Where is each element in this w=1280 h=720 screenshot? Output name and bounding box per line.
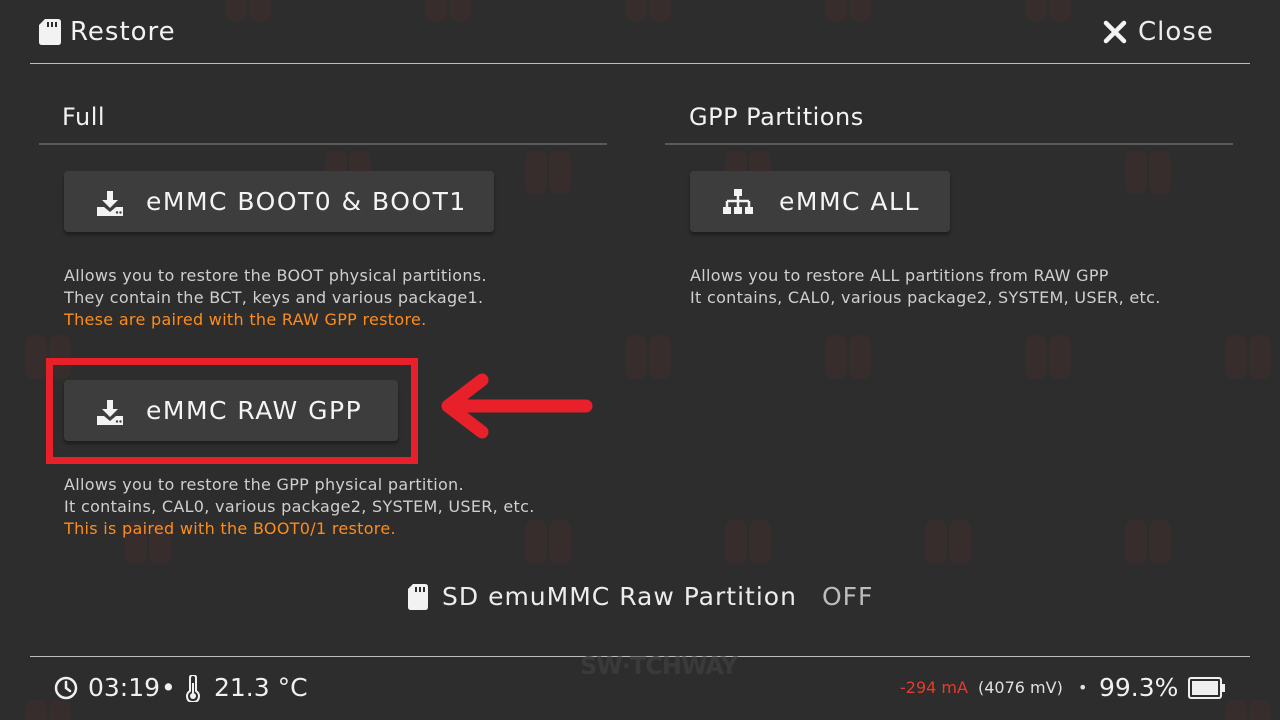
raw-gpp-description: Allows you to restore the GPP physical p… (64, 474, 535, 540)
emmc-boot-label: eMMC BOOT0 & BOOT1 (146, 187, 467, 216)
header-divider (30, 63, 1250, 64)
temperature: 21.3 °C (214, 673, 308, 702)
sd-card-icon (408, 584, 428, 610)
section-title-gpp: GPP Partitions (689, 103, 864, 131)
all-description: Allows you to restore ALL partitions fro… (690, 265, 1161, 309)
emmc-all-label: eMMC ALL (779, 187, 920, 216)
arrow-pointer-icon (441, 373, 593, 439)
toggle-label: SD emuMMC Raw Partition (442, 582, 797, 611)
voltage: (4076 mV) (978, 678, 1063, 697)
all-desc-line: Allows you to restore ALL partitions fro… (690, 266, 1109, 285)
current-draw: -294 mA (900, 678, 968, 697)
raw-desc-line: Allows you to restore the GPP physical p… (64, 475, 464, 494)
brand-watermark: SW·TCHWAY (580, 652, 738, 680)
boot-desc-warning: These are paired with the RAW GPP restor… (64, 310, 427, 329)
raw-desc-line: It contains, CAL0, various package2, SYS… (64, 497, 535, 516)
download-icon (97, 191, 123, 216)
clock-time: 03:19 (88, 673, 161, 702)
sd-emummc-raw-partition-toggle[interactable]: SD emuMMC Raw Partition OFF (408, 580, 888, 616)
boot-desc-line: Allows you to restore the BOOT physical … (64, 266, 487, 285)
footer-separator: • (161, 673, 176, 702)
all-desc-line: It contains, CAL0, various package2, SYS… (690, 288, 1161, 307)
thermometer-icon (186, 675, 200, 702)
battery-icon (1188, 677, 1225, 699)
toggle-value: OFF (822, 582, 874, 611)
sd-card-icon (39, 19, 61, 45)
section-divider-full (39, 143, 607, 145)
boot-description: Allows you to restore the BOOT physical … (64, 265, 487, 331)
section-divider-gpp (665, 143, 1233, 145)
raw-desc-warning: This is paired with the BOOT0/1 restore. (64, 519, 396, 538)
close-label: Close (1138, 17, 1214, 47)
emmc-boot0-boot1-button[interactable]: eMMC BOOT0 & BOOT1 (64, 171, 494, 232)
close-icon (1103, 20, 1127, 44)
clock-icon (54, 676, 78, 700)
sitemap-icon (723, 189, 753, 214)
emmc-all-button[interactable]: eMMC ALL (690, 171, 950, 232)
battery-percent: 99.3% (1099, 673, 1179, 702)
footer-separator: • (1078, 678, 1088, 697)
section-title-full: Full (62, 103, 106, 131)
close-button[interactable]: Close (1100, 12, 1230, 52)
page-title: Restore (70, 17, 176, 47)
boot-desc-line: They contain the BCT, keys and various p… (64, 288, 484, 307)
highlight-box (46, 358, 418, 464)
